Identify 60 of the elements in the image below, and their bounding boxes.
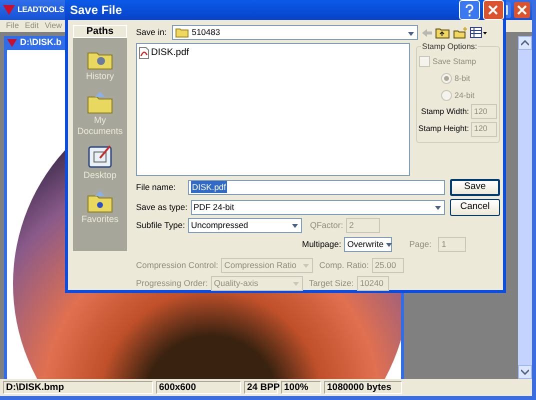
group-title: Stamp Options: — [421, 40, 478, 52]
documents-folder-icon — [86, 89, 114, 115]
places-item[interactable]: My Documents — [75, 89, 125, 137]
view-menu-icon[interactable] — [470, 27, 488, 38]
dialog-title: Save File — [70, 2, 122, 19]
window-title: LEADTOOLS — [18, 4, 64, 16]
places-item[interactable]: Favorites — [75, 188, 125, 225]
compression-control-label: Compression Control: — [136, 258, 220, 272]
vertical-scrollbar[interactable] — [518, 36, 532, 379]
target-size-label: Target Size: — [308, 276, 355, 290]
child-window-title: D:\DISK.b — [20, 36, 62, 50]
places-item[interactable]: Desktop — [75, 144, 125, 181]
close-button[interactable] — [482, 0, 504, 20]
progressing-order-label: Progressing Order: — [136, 276, 209, 290]
menu-item[interactable]: Edit — [24, 20, 39, 32]
close-icon[interactable] — [514, 2, 530, 18]
scroll-down-icon[interactable] — [521, 369, 529, 375]
multipage-label: Multipage: — [302, 238, 342, 250]
save-in-label: Save in: — [136, 26, 168, 39]
status-pane: 600x600 — [156, 381, 241, 394]
status-pane: 1080000 bytes — [324, 381, 402, 394]
stamp-height-label: Stamp Height: — [418, 123, 469, 135]
multipage-dropdown[interactable]: Overwrite — [344, 236, 392, 252]
comp-ratio-label: Comp. Ratio: — [319, 258, 370, 272]
menu-item[interactable]: File — [6, 20, 19, 32]
file-name-field[interactable]: DISK.pdf — [188, 180, 445, 194]
desktop-icon — [86, 144, 114, 170]
subfile-type-dropdown[interactable]: Uncompressed — [188, 218, 302, 232]
save-in-dropdown[interactable]: 510483 — [172, 25, 418, 40]
file-list[interactable]: DISK.pdf — [136, 42, 410, 176]
help-icon[interactable] — [465, 4, 474, 16]
status-pane: D:\DISK.bmp — [3, 381, 153, 394]
scroll-up-icon[interactable] — [521, 40, 529, 46]
close-icon[interactable] — [488, 5, 498, 15]
status-pane: 24 BPP — [244, 381, 278, 394]
radio-label: 24-bit — [454, 90, 475, 102]
qfactor-label: QFactor: — [310, 218, 344, 232]
save-as-type-dropdown[interactable]: PDF 24-bit — [190, 200, 445, 214]
new-folder-icon[interactable] — [452, 26, 468, 38]
cancel-button[interactable]: Cancel — [450, 198, 500, 216]
radio-label: 8-bit — [454, 72, 470, 84]
stamp-width-label: Stamp Width: — [420, 106, 469, 118]
page-label: Page: — [409, 238, 432, 250]
logo-icon — [3, 4, 15, 16]
places-item[interactable]: History — [75, 45, 125, 82]
file-name-label: File name: — [136, 180, 177, 194]
pdf-file-icon[interactable] — [139, 46, 149, 59]
checkbox-label: Save Stamp — [432, 56, 476, 68]
status-pane: 100% — [281, 381, 321, 394]
save-as-type-label: Save as type: — [136, 200, 189, 214]
folder-icon — [175, 27, 190, 38]
document-entry[interactable]: DISK.pdf — [139, 46, 190, 60]
menu-item[interactable]: View — [44, 20, 62, 32]
help-button[interactable] — [459, 0, 480, 20]
favorites-folder-icon — [86, 188, 114, 214]
up-folder-icon[interactable] — [435, 26, 450, 38]
places-header: Paths — [73, 25, 127, 38]
logo-icon — [7, 38, 17, 48]
save-button[interactable]: Save — [450, 178, 500, 196]
subfile-type-label: Subfile Type: — [136, 218, 186, 232]
